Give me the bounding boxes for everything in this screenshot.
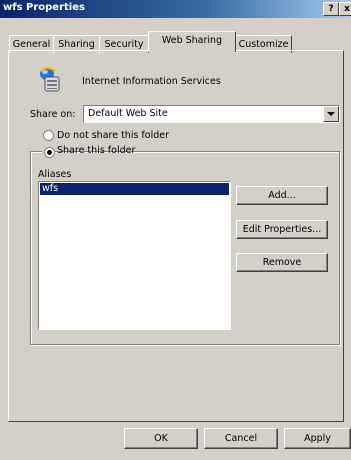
share-on-dropdown[interactable]: Default Web Site [83, 105, 340, 123]
tab-web-sharing[interactable]: Web Sharing [148, 31, 236, 52]
cancel-button[interactable]: Cancel [204, 428, 278, 449]
chevron-down-icon[interactable] [323, 106, 339, 122]
share-group-caption: Share this folder [42, 145, 135, 158]
share-on-value: Default Web Site [88, 108, 168, 119]
remove-button[interactable]: Remove [236, 253, 328, 272]
ok-button[interactable]: OK [124, 428, 198, 449]
window-title: wfs Properties [3, 2, 85, 13]
iis-icon [40, 67, 60, 92]
aliases-label: Aliases [38, 169, 72, 180]
title-bar[interactable]: wfs Properties ? x [0, 0, 351, 18]
list-item[interactable]: wfs [40, 183, 229, 195]
add-button[interactable]: Add... [236, 186, 328, 205]
share-this-folder-radio[interactable] [44, 147, 55, 158]
do-not-share-label[interactable]: Do not share this folder [57, 130, 169, 141]
close-button[interactable]: x [339, 2, 351, 16]
do-not-share-radio[interactable] [43, 130, 54, 141]
iis-label: Internet Information Services [82, 76, 221, 87]
share-this-folder-label[interactable]: Share this folder [57, 145, 135, 156]
share-on-label: Share on: [30, 109, 76, 120]
properties-dialog: wfs Properties ? x General Sharing Secur… [0, 0, 351, 460]
help-button[interactable]: ? [323, 2, 339, 16]
apply-button[interactable]: Apply [284, 428, 351, 449]
aliases-list[interactable]: wfs [38, 181, 231, 330]
edit-properties-button[interactable]: Edit Properties... [236, 220, 328, 239]
